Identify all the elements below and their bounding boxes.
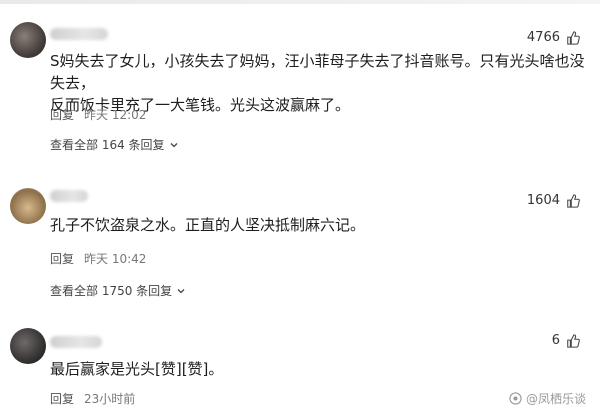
timestamp: 昨天 12:02 xyxy=(84,108,147,122)
avatar[interactable] xyxy=(10,22,46,58)
timestamp: 昨天 10:42 xyxy=(84,252,147,266)
reply-button[interactable]: 回复 xyxy=(50,250,74,267)
reply-button[interactable]: 回复 xyxy=(50,106,74,123)
like-count: 4766 xyxy=(526,30,560,45)
username-blurred xyxy=(50,190,88,202)
expand-replies-label: 查看全部 1750 条回复 xyxy=(50,284,173,298)
watermark-logo-icon xyxy=(509,392,522,405)
avatar[interactable] xyxy=(10,328,46,364)
comment-text: 最后赢家是光头[赞][赞]。 xyxy=(50,360,224,378)
watermark: @凤栖乐谈 xyxy=(509,390,586,407)
like-button[interactable]: 1604 xyxy=(527,193,580,208)
expand-replies-label: 查看全部 164 条回复 xyxy=(50,138,165,152)
chevron-down-icon xyxy=(177,288,185,293)
username-blurred xyxy=(50,336,102,348)
like-button[interactable]: 6 xyxy=(552,333,580,348)
like-count: 1604 xyxy=(526,193,560,208)
like-button[interactable]: 4766 xyxy=(527,30,580,45)
expand-replies-button[interactable]: 查看全部 1750 条回复 xyxy=(50,282,186,299)
timestamp: 23小时前 xyxy=(84,392,136,406)
watermark-text: @凤栖乐谈 xyxy=(525,392,586,406)
chevron-down-icon xyxy=(170,142,178,147)
expand-replies-button[interactable]: 查看全部 164 条回复 xyxy=(50,136,179,153)
thumbs-up-icon xyxy=(567,30,580,45)
comment-text: 孔子不饮盗泉之水。正直的人坚决抵制麻六记。 xyxy=(50,216,366,234)
thumbs-up-icon xyxy=(567,333,580,348)
like-count: 6 xyxy=(551,333,560,348)
thumbs-up-icon xyxy=(567,193,580,208)
avatar[interactable] xyxy=(10,188,46,224)
reply-button[interactable]: 回复 xyxy=(50,390,74,407)
top-divider xyxy=(0,0,600,4)
username-blurred xyxy=(50,28,108,40)
